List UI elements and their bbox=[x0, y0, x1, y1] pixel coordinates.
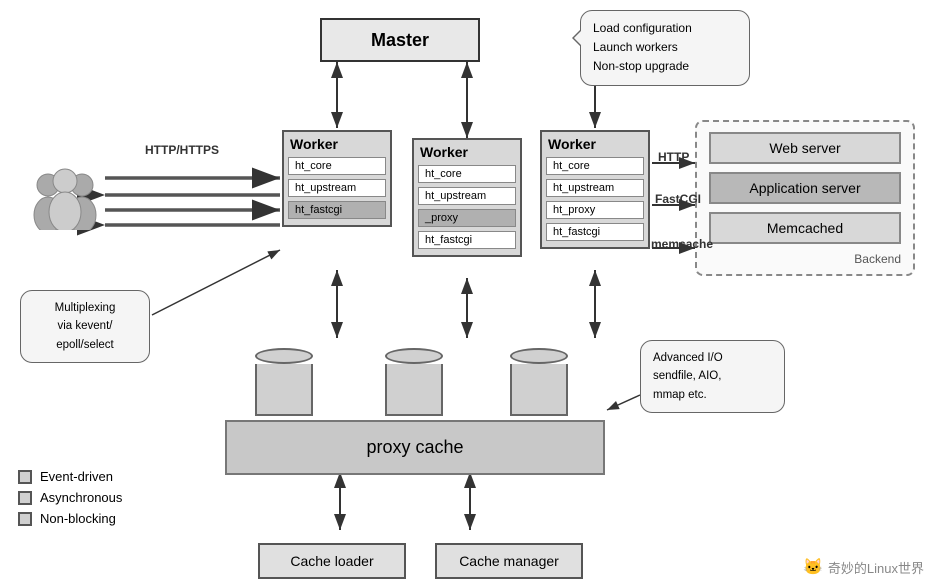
legend-item-eventdriven: Event-driven bbox=[18, 469, 122, 484]
backend-webserver: Web server bbox=[709, 132, 901, 164]
legend-label-async: Asynchronous bbox=[40, 490, 122, 505]
cache-manager-box: Cache manager bbox=[435, 543, 583, 579]
adv-line2: sendfile, AIO, bbox=[653, 370, 721, 382]
worker1-module-upstream: ht_upstream bbox=[288, 179, 386, 197]
worker3-module-upstream: ht_upstream bbox=[546, 179, 644, 197]
user-icon bbox=[30, 165, 100, 230]
master-bubble: Load configuration Launch workers Non-st… bbox=[580, 10, 750, 86]
worker1-title: Worker bbox=[288, 136, 386, 152]
cylinder1 bbox=[255, 348, 313, 416]
legend-square-eventdriven bbox=[18, 470, 32, 484]
proxy-cache-box: proxy cache bbox=[225, 420, 605, 475]
cache-loader-label: Cache loader bbox=[290, 553, 373, 569]
proxy-cache-label: proxy cache bbox=[366, 436, 463, 459]
worker2-title: Worker bbox=[418, 144, 516, 160]
worker2-module-upstream: ht_upstream bbox=[418, 187, 516, 205]
worker1: Worker ht_core ht_upstream ht_fastcgi bbox=[282, 130, 392, 227]
backend-area: Web server Application server Memcached … bbox=[695, 120, 915, 276]
backend-label: Backend bbox=[709, 252, 901, 266]
diagram-container: Master Load configuration Launch workers… bbox=[0, 0, 944, 587]
backend-memcached: Memcached bbox=[709, 212, 901, 244]
legend-label-nonblocking: Non-blocking bbox=[40, 511, 116, 526]
cylinder2 bbox=[385, 348, 443, 416]
adv-bubble: Advanced I/O sendfile, AIO, mmap etc. bbox=[640, 340, 785, 413]
mux-text: Multiplexingvia kevent/epoll/select bbox=[55, 302, 116, 351]
worker1-module-core: ht_core bbox=[288, 157, 386, 175]
worker3-module-fastcgi: ht_fastcgi bbox=[546, 223, 644, 241]
worker3-module-core: ht_core bbox=[546, 157, 644, 175]
http-https-label: HTTP/HTTPS bbox=[145, 143, 219, 157]
master-box: Master bbox=[320, 18, 480, 62]
adv-line3: mmap etc. bbox=[653, 389, 707, 401]
cache-loader-box: Cache loader bbox=[258, 543, 406, 579]
fastcgi-label: FastCGI bbox=[655, 192, 701, 206]
cache-manager-label: Cache manager bbox=[459, 553, 559, 569]
master-bubble-line3: Non-stop upgrade bbox=[593, 59, 689, 73]
adv-line1: Advanced I/O bbox=[653, 352, 723, 364]
cylinder3 bbox=[510, 348, 568, 416]
worker2-module-core: ht_core bbox=[418, 165, 516, 183]
legend-square-nonblocking bbox=[18, 512, 32, 526]
worker2-module-fastcgi: ht_fastcgi bbox=[418, 231, 516, 249]
master-bubble-line1: Load configuration bbox=[593, 21, 692, 35]
legend: Event-driven Asynchronous Non-blocking bbox=[18, 469, 122, 532]
legend-label-eventdriven: Event-driven bbox=[40, 469, 113, 484]
worker2-module-proxy: _proxy bbox=[418, 209, 516, 227]
worker3-module-proxy: ht_proxy bbox=[546, 201, 644, 219]
memcache-label: memcache bbox=[651, 237, 713, 251]
master-label: Master bbox=[371, 30, 429, 51]
watermark-text: 奇妙的Linux世界 bbox=[828, 558, 924, 577]
legend-item-nonblocking: Non-blocking bbox=[18, 511, 122, 526]
watermark: 🐱 奇妙的Linux世界 bbox=[803, 557, 924, 577]
worker3-title: Worker bbox=[546, 136, 644, 152]
backend-appserver: Application server bbox=[709, 172, 901, 204]
watermark-icon: 🐱 bbox=[803, 557, 823, 577]
worker2: Worker ht_core ht_upstream _proxy ht_fas… bbox=[412, 138, 522, 257]
worker1-module-fastcgi: ht_fastcgi bbox=[288, 201, 386, 219]
legend-item-async: Asynchronous bbox=[18, 490, 122, 505]
http-label: HTTP bbox=[658, 150, 689, 164]
master-bubble-line2: Launch workers bbox=[593, 40, 678, 54]
mux-bubble: Multiplexingvia kevent/epoll/select bbox=[20, 290, 150, 363]
legend-square-async bbox=[18, 491, 32, 505]
worker3: Worker ht_core ht_upstream ht_proxy ht_f… bbox=[540, 130, 650, 249]
